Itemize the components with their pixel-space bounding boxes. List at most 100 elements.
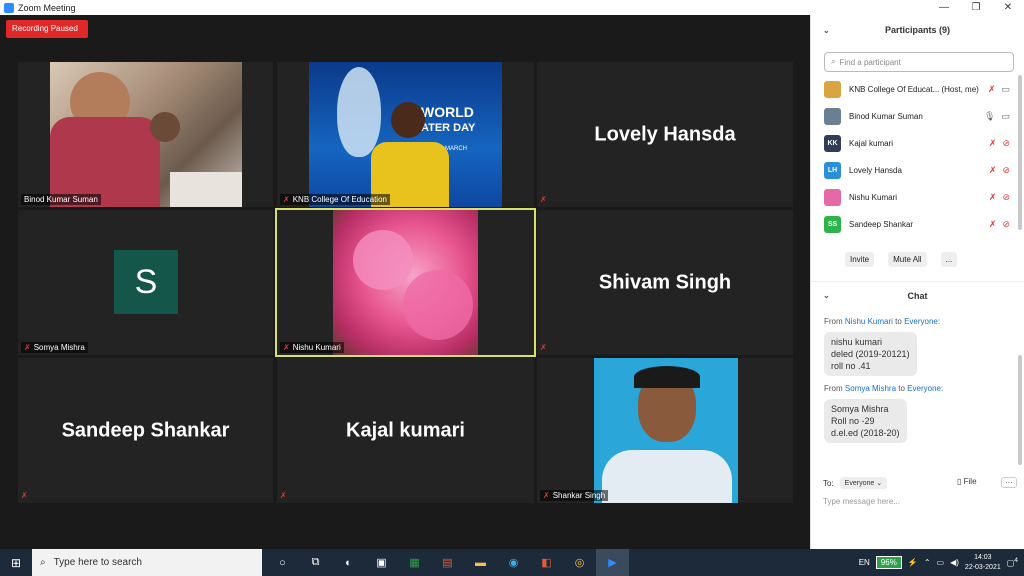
- file-explorer-icon[interactable]: ▬: [464, 549, 497, 576]
- more-options-button[interactable]: ...: [940, 252, 958, 267]
- participants-scrollbar[interactable]: [1018, 75, 1022, 230]
- mic-muted-icon[interactable]: ✗: [989, 192, 997, 203]
- message-bubble: nishu kumari deled (2019-20121) roll no …: [824, 332, 917, 376]
- participant-avatar: LH: [824, 162, 841, 179]
- message-bubble: Somya Mishra Roll no -29 d.el.ed (2018-2…: [824, 399, 907, 443]
- chat-scrollbar[interactable]: [1018, 355, 1022, 465]
- participant-name-tag: ✗ KNB College Of Education: [280, 194, 390, 205]
- title-bar: Zoom Meeting — ❐ ✕: [0, 0, 1024, 15]
- recipient-name: Everyone: [904, 317, 938, 326]
- mic-muted-icon: ✗: [540, 343, 547, 352]
- mic-muted-icon[interactable]: ✗: [988, 84, 996, 95]
- chat-header: ⌄ Chat: [811, 281, 1024, 309]
- invite-button[interactable]: Invite: [845, 252, 875, 267]
- mic-muted-icon[interactable]: ✗: [989, 165, 997, 176]
- participant-row[interactable]: KNB College Of Educat... (Host, me) ✗ ▭: [811, 76, 1024, 103]
- video-off-icon[interactable]: ⊘: [1002, 165, 1010, 176]
- zoom-taskbar-icon[interactable]: ▶: [596, 549, 629, 576]
- cortana-icon[interactable]: ○: [266, 549, 299, 576]
- close-button[interactable]: ✕: [992, 0, 1024, 15]
- recording-status-badge[interactable]: Recording Paused: [6, 20, 88, 38]
- office-icon[interactable]: ◧: [530, 549, 563, 576]
- participant-video: [333, 210, 478, 355]
- sender-name: Nishu Kumari: [844, 317, 893, 326]
- sender-name: Somya Mishra: [844, 384, 897, 393]
- search-icon: ⌕: [831, 57, 836, 66]
- video-tile-shankar[interactable]: ✗ Shankar Singh: [537, 358, 793, 503]
- chrome-icon[interactable]: ◎: [563, 549, 596, 576]
- collapse-chevron-icon[interactable]: ⌄: [823, 26, 830, 35]
- window-title: Zoom Meeting: [18, 2, 76, 13]
- side-panel: ⌄ Participants (9) ⌕ Find a participant …: [810, 15, 1024, 549]
- video-tile-kajal[interactable]: Kajal kumari ✗: [277, 358, 534, 503]
- chat-message: From Nishu Kumari to Everyone: nishu kum…: [811, 317, 1024, 376]
- file-button[interactable]: ▯ File: [957, 477, 977, 486]
- video-off-icon[interactable]: ⊘: [1002, 219, 1010, 230]
- task-view-icon[interactable]: ⧉: [299, 549, 332, 576]
- windows-taskbar: ⊞ ⌕ Type here to search ○ ⧉ ◐ ▣ ▦ ▤ ▬ ◉ …: [0, 549, 1024, 576]
- mic-muted-icon[interactable]: ✗: [989, 138, 997, 149]
- clock[interactable]: 14:03 22-03-2021: [965, 553, 1001, 573]
- participant-avatar: S: [114, 250, 178, 314]
- participant-big-name: Shivam Singh: [598, 271, 732, 293]
- video-off-icon[interactable]: ⊘: [1002, 138, 1010, 149]
- video-tile-knb[interactable]: WORLD ATER DAY MARCH ✗ KNB College Of Edu…: [277, 62, 534, 207]
- video-tile-somya[interactable]: S ✗ Somya Mishra: [18, 210, 273, 355]
- language-indicator[interactable]: EN: [859, 558, 870, 567]
- system-tray: EN 96% ⚡ ⌃ ▭ ◀) 14:03 22-03-2021 ▢4: [859, 549, 1024, 576]
- participant-name-tag: ✗ Nishu Kumari: [280, 342, 344, 353]
- excel-icon[interactable]: ▦: [398, 549, 431, 576]
- participant-name-tag: ✗ Somya Mishra: [21, 342, 88, 353]
- volume-icon[interactable]: ◀): [950, 558, 959, 567]
- participant-list: KNB College Of Educat... (Host, me) ✗ ▭ B…: [811, 76, 1024, 238]
- windows-start-icon[interactable]: ⊞: [0, 556, 32, 570]
- participant-row[interactable]: KK Kajal kumari ✗ ⊘: [811, 130, 1024, 157]
- participant-name-tag: ✗ Shankar Singh: [540, 490, 609, 501]
- video-tile-sandeep[interactable]: Sandeep Shankar ✗: [18, 358, 273, 503]
- power-plug-icon: ⚡: [907, 558, 918, 567]
- chat-message: From Somya Mishra to Everyone: Somya Mis…: [811, 384, 1024, 443]
- edge-icon[interactable]: ◉: [497, 549, 530, 576]
- app-icon[interactable]: ◐: [332, 549, 365, 576]
- notifications-icon[interactable]: ▢4: [1007, 557, 1018, 568]
- video-tile-shivam[interactable]: Shivam Singh ✗: [537, 210, 793, 355]
- participant-name-tag: Binod Kumar Suman: [21, 194, 101, 205]
- mic-muted-icon: ✗: [283, 343, 290, 352]
- mic-icon[interactable]: 🎙: [984, 111, 995, 122]
- mute-all-button[interactable]: Mute All: [888, 252, 927, 267]
- participant-avatar: [824, 108, 841, 125]
- participant-row[interactable]: LH Lovely Hansda ✗ ⊘: [811, 157, 1024, 184]
- show-hidden-icons-icon[interactable]: ⌃: [924, 558, 931, 567]
- collapse-chevron-icon[interactable]: ⌄: [823, 291, 830, 300]
- participant-row[interactable]: SS Sandeep Shankar ✗ ⊘: [811, 211, 1024, 238]
- participant-avatar: SS: [824, 216, 841, 233]
- mic-muted-icon[interactable]: ✗: [989, 219, 997, 230]
- minimize-button[interactable]: —: [928, 0, 960, 15]
- video-icon[interactable]: ▭: [1001, 111, 1010, 122]
- participant-avatar: [824, 81, 841, 98]
- mic-muted-icon: ✗: [543, 491, 550, 500]
- network-icon[interactable]: ▭: [937, 558, 945, 567]
- taskbar-search-box[interactable]: ⌕ Type here to search: [32, 549, 262, 576]
- restore-button[interactable]: ❐: [960, 0, 992, 15]
- recipient-select[interactable]: Everyone ⌄: [839, 477, 888, 489]
- gallery-view: Recording Paused Binod Kumar Suman WORLD…: [0, 15, 810, 549]
- participant-row[interactable]: Nishu Kumari ✗ ⊘: [811, 184, 1024, 211]
- pdf-icon[interactable]: ▤: [431, 549, 464, 576]
- participants-header: ⌄ Participants (9): [811, 15, 1024, 45]
- zoom-logo-icon: [4, 2, 14, 13]
- chat-message-input[interactable]: Type message here...: [823, 497, 900, 506]
- store-icon[interactable]: ▣: [365, 549, 398, 576]
- video-tile-binod[interactable]: Binod Kumar Suman: [18, 62, 273, 207]
- battery-indicator[interactable]: 96%: [875, 556, 902, 569]
- video-tile-lovely[interactable]: Lovely Hansda ✗: [537, 62, 793, 207]
- chat-more-button[interactable]: ···: [1001, 477, 1017, 488]
- participant-row[interactable]: Binod Kumar Suman 🎙 ▭: [811, 103, 1024, 130]
- video-tile-nishu[interactable]: ✗ Nishu Kumari: [275, 208, 536, 357]
- video-icon[interactable]: ▭: [1001, 84, 1010, 95]
- search-icon: ⌕: [40, 557, 46, 568]
- mic-muted-icon: ✗: [280, 491, 287, 500]
- participant-search-input[interactable]: ⌕ Find a participant: [824, 52, 1014, 72]
- video-off-icon[interactable]: ⊘: [1002, 192, 1010, 203]
- chat-title: Chat: [907, 290, 928, 301]
